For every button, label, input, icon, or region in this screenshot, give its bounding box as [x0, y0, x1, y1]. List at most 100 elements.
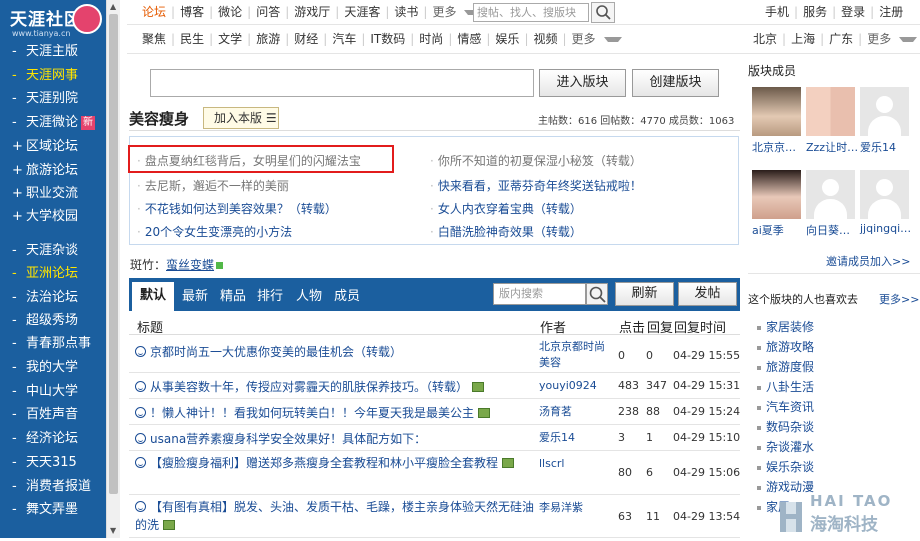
refresh-button[interactable]: 刷新: [615, 282, 674, 306]
tab-4[interactable]: 人物: [296, 285, 322, 304]
sidebar-item[interactable]: - 天涯杂谈: [0, 239, 106, 262]
new-post-button[interactable]: 发帖: [678, 282, 737, 306]
moderator-link[interactable]: 蛮丝变蝶: [166, 258, 214, 272]
scroll-up-icon[interactable]: ▲: [110, 2, 116, 11]
sidebar-item[interactable]: - 法治论坛: [0, 286, 106, 309]
recommended-post-link[interactable]: · 不花钱如何达到美容效果？（转载）: [137, 200, 337, 217]
sidebar-scrollbar[interactable]: ▲ ▼: [106, 0, 120, 538]
post-author[interactable]: 汤育茗: [539, 404, 609, 420]
post-author[interactable]: 李易洋紫: [539, 500, 609, 516]
nav-link[interactable]: 时尚: [414, 29, 448, 49]
sidebar-item[interactable]: + 职业交流: [0, 182, 106, 205]
sidebar-item[interactable]: + 旅游论坛: [0, 159, 106, 182]
post-author[interactable]: llscrl: [539, 456, 609, 472]
nav-link[interactable]: 论坛: [137, 2, 171, 22]
sidebar-item[interactable]: - 我的大学: [0, 356, 106, 379]
post-title[interactable]: 【瘦脸瘦身福利】赠送郑多燕瘦身全套教程和林小平瘦脸全套教程: [135, 454, 535, 472]
create-forum-button[interactable]: 创建版块: [632, 69, 719, 97]
nav-more[interactable]: 更多: [862, 29, 896, 49]
scroll-down-icon[interactable]: ▼: [110, 526, 116, 535]
tab-1[interactable]: 最新: [182, 285, 208, 304]
nav-more[interactable]: 更多: [427, 2, 461, 22]
more-link[interactable]: 更多>>: [879, 291, 919, 307]
scroll-thumb[interactable]: [109, 14, 118, 494]
member-name[interactable]: 向日葵…: [806, 222, 850, 238]
sidebar-item[interactable]: - 天天315: [0, 451, 106, 474]
related-forum-link[interactable]: 数码杂谈: [757, 418, 814, 435]
nav-link[interactable]: 问答: [251, 2, 285, 22]
nav-link[interactable]: 游戏厅: [289, 2, 335, 22]
nav-link[interactable]: 上海: [786, 29, 820, 49]
nav-link[interactable]: 博客: [175, 2, 209, 22]
nav-link[interactable]: 汽车: [327, 29, 361, 49]
post-author[interactable]: youyi0924: [539, 378, 609, 394]
search-button[interactable]: [591, 2, 615, 23]
avatar[interactable]: [860, 170, 909, 219]
avatar[interactable]: [806, 170, 855, 219]
recommended-post-link[interactable]: · 快来看看，亚蒂芬奇年终奖送钻戒啦！: [430, 177, 642, 194]
sidebar-item[interactable]: - 天涯网事: [0, 64, 106, 87]
member-name[interactable]: 爱乐14: [860, 139, 896, 155]
join-forum-button[interactable]: 加入本版 ☰: [203, 107, 279, 129]
sidebar-item[interactable]: + 区域论坛: [0, 135, 106, 158]
sidebar-item[interactable]: - 天涯微论新: [0, 111, 106, 134]
tab-3[interactable]: 排行: [257, 285, 283, 304]
sidebar-item[interactable]: - 经济论坛: [0, 427, 106, 450]
nav-link[interactable]: 聚焦: [137, 29, 171, 49]
recommended-post-link[interactable]: · 20个令女生变漂亮的小方法: [137, 223, 292, 240]
member-name[interactable]: ai夏季: [752, 222, 784, 238]
post-title[interactable]: usana营养素瘦身科学安全效果好！具体配方如下：: [135, 430, 535, 448]
related-forum-link[interactable]: 杂谈灌水: [757, 438, 814, 455]
sidebar-item[interactable]: - 百姓声音: [0, 403, 106, 426]
related-forum-link[interactable]: 汽车资讯: [757, 398, 814, 415]
member-name[interactable]: jjqingqi…: [860, 222, 911, 235]
related-forum-link[interactable]: 旅游度假: [757, 358, 814, 375]
member-name[interactable]: 北京京…: [752, 139, 796, 155]
post-author[interactable]: 北京京都时尚美容: [539, 339, 609, 371]
avatar[interactable]: [752, 170, 801, 219]
avatar[interactable]: [860, 87, 909, 136]
nav-link[interactable]: 民生: [175, 29, 209, 49]
nav-link[interactable]: 读书: [389, 2, 423, 22]
invite-link[interactable]: 邀请成员加入>>: [826, 253, 910, 269]
nav-link[interactable]: 财经: [289, 29, 323, 49]
nav-link[interactable]: 文学: [213, 29, 247, 49]
inner-search-input[interactable]: 版内搜索: [493, 283, 586, 305]
related-forum-link[interactable]: 家居装修: [757, 318, 814, 335]
forum-search-input[interactable]: [150, 69, 534, 97]
recommended-post-link[interactable]: · 你所不知道的初夏保湿小秘笈（转载）: [430, 152, 642, 169]
nav-link[interactable]: 微论: [213, 2, 247, 22]
tab-0[interactable]: 默认: [132, 282, 175, 311]
sidebar-item[interactable]: + 大学校园: [0, 205, 106, 228]
recommended-post-link[interactable]: · 白醋洗脸神奇效果（转载）: [430, 223, 582, 240]
tab-2[interactable]: 精品: [220, 285, 246, 304]
nav-link[interactable]: 情感: [452, 29, 486, 49]
nav-link[interactable]: 娱乐: [490, 29, 524, 49]
nav-link[interactable]: IT数码: [365, 29, 410, 49]
tab-5[interactable]: 成员: [334, 285, 360, 304]
nav-link[interactable]: 登录: [836, 2, 870, 22]
related-forum-link[interactable]: 八卦生活: [757, 378, 814, 395]
post-title[interactable]: 京都时尚五一大优惠你变美的最佳机会（转载）: [135, 343, 535, 361]
sidebar-item[interactable]: - 中山大学: [0, 380, 106, 403]
sidebar-item[interactable]: - 亚洲论坛: [0, 262, 106, 285]
sidebar-item[interactable]: - 舞文弄墨: [0, 498, 106, 521]
related-forum-link[interactable]: 旅游攻略: [757, 338, 814, 355]
post-title[interactable]: 从事美容数十年，传授应对雾霾天的肌肤保养技巧。（转载）: [135, 378, 535, 396]
nav-link[interactable]: 手机: [760, 2, 794, 22]
recommended-post-link[interactable]: · 去尼斯，邂逅不一样的美丽: [137, 177, 289, 194]
nav-more[interactable]: 更多: [567, 29, 601, 49]
related-forum-link[interactable]: 娱乐杂谈: [757, 458, 814, 475]
top-search-input[interactable]: 搜帖、找人、搜版块: [473, 3, 589, 22]
sidebar-item[interactable]: - 天涯主版: [0, 40, 106, 63]
avatar[interactable]: [806, 87, 855, 136]
enter-forum-button[interactable]: 进入版块: [539, 69, 626, 97]
nav-link[interactable]: 视频: [528, 29, 562, 49]
nav-link[interactable]: 旅游: [251, 29, 285, 49]
avatar[interactable]: [752, 87, 801, 136]
member-name[interactable]: Zzz让时…: [806, 139, 858, 155]
sidebar-item[interactable]: - 超级秀场: [0, 309, 106, 332]
sidebar-item[interactable]: - 天涯别院: [0, 87, 106, 110]
inner-search-button[interactable]: [586, 283, 608, 305]
sidebar-item[interactable]: - 青春那点事: [0, 332, 106, 355]
